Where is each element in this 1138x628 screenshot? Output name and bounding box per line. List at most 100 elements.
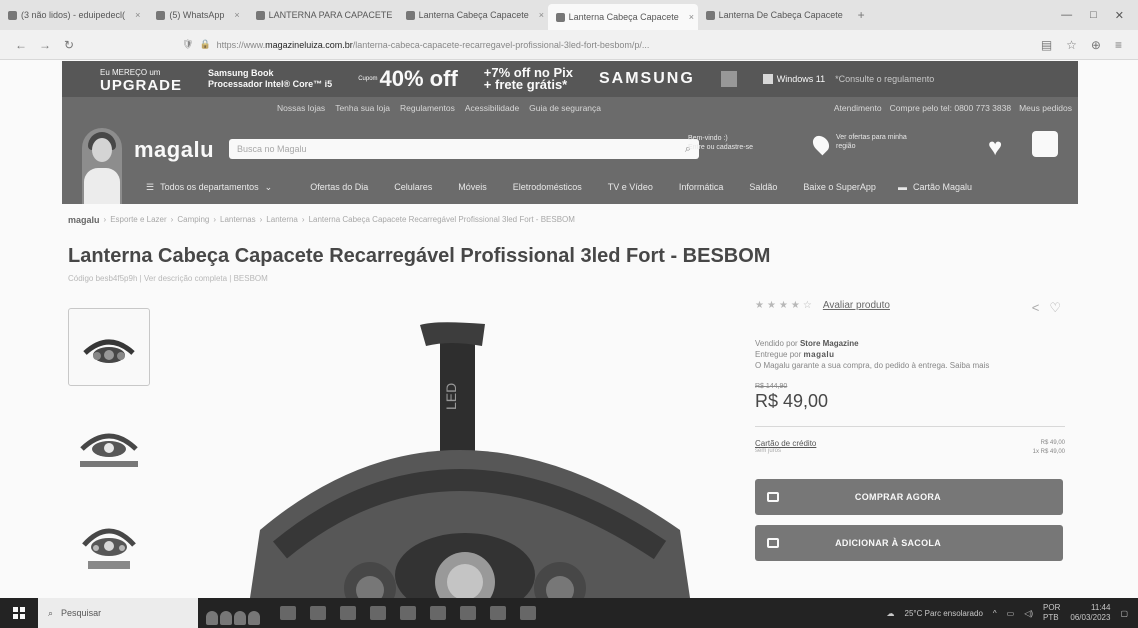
nav-offers[interactable]: Ofertas do Dia (310, 182, 368, 192)
favorite-heart-icon[interactable]: ♡ (1049, 300, 1061, 316)
close-icon[interactable]: × (234, 10, 239, 20)
app-icon[interactable] (520, 606, 536, 620)
wishlist-heart-icon[interactable]: ♥ (988, 134, 1002, 162)
link-accessibility[interactable]: Acessibilidade (465, 103, 519, 113)
link-stores[interactable]: Nossas lojas (277, 103, 325, 113)
taskbar-search[interactable]: ⌕ Pesquisar (38, 598, 198, 628)
upgrade-text: Eu MEREÇO um UPGRADE (100, 68, 183, 94)
product-thumbnail[interactable] (68, 406, 150, 484)
network-icon[interactable]: ▭ (1007, 609, 1015, 618)
user-login[interactable]: Bem-vindo :) Entre ou cadastre-se (688, 134, 753, 152)
extensions-icon[interactable]: ⊕ (1091, 38, 1101, 52)
link-safety[interactable]: Guia de segurança (529, 103, 601, 113)
menu-icon[interactable]: ≡ (1115, 38, 1122, 52)
close-icon[interactable]: × (135, 10, 140, 20)
task-view-icon[interactable] (280, 606, 296, 620)
forward-icon[interactable]: → (38, 38, 52, 52)
mail-icon (8, 10, 17, 20)
link-phone[interactable]: Compre pelo tel: 0800 773 3838 (890, 103, 1011, 113)
browser-tab-active[interactable]: Lanterna Cabeça Capacete × (547, 4, 698, 30)
browser-tab[interactable]: (3 não lidos) - eduipedecl(× (0, 4, 148, 26)
file-explorer-icon[interactable] (340, 606, 356, 620)
people-widget[interactable] (206, 601, 266, 625)
chevron-down-icon: ⌄ (264, 181, 273, 192)
breadcrumb-item[interactable]: Camping (177, 215, 209, 225)
close-icon[interactable]: × (689, 12, 694, 22)
close-icon[interactable]: × (539, 10, 544, 20)
mail-icon[interactable] (400, 606, 416, 620)
link-orders[interactable]: Meus pedidos (1019, 103, 1072, 113)
add-to-bag-button[interactable]: ADICIONAR À SACOLA (755, 525, 1063, 561)
close-window-icon[interactable]: ✕ (1115, 9, 1124, 22)
nav-sale[interactable]: Saldão (749, 182, 777, 192)
breadcrumb-current: Lanterna Cabeça Capacete Recarregável Pr… (308, 215, 575, 224)
breadcrumb-item[interactable]: Lanterna (266, 215, 298, 225)
weather-icon: ☁ (886, 608, 895, 618)
share-icon[interactable]: < (1032, 300, 1040, 316)
nav-appliances[interactable]: Eletrodomésticos (513, 182, 582, 192)
notification-icon[interactable]: ▢ (1120, 609, 1128, 618)
breadcrumb-home[interactable]: magalu (68, 215, 100, 225)
product-thumbnail[interactable] (68, 504, 150, 582)
minimize-icon[interactable]: — (1061, 9, 1072, 22)
shopping-bag-icon[interactable] (1032, 131, 1058, 157)
back-icon[interactable]: ← (14, 38, 28, 52)
all-departments-menu[interactable]: ☰ Todos os departamentos ⌄ (146, 182, 272, 193)
nav-tv[interactable]: TV e Vídeo (608, 182, 653, 192)
location-offers[interactable]: Ver ofertas para minha região (809, 132, 907, 156)
promo-banner[interactable]: Eu MEREÇO um UPGRADE Samsung Book Processa… (62, 61, 1078, 97)
browser-tab[interactable]: Lanterna De Cabeça Capacete× (698, 4, 848, 26)
samsung-logo: SAMSUNG (599, 70, 695, 87)
url-domain: magazineluiza.com.br (265, 39, 353, 50)
product-title: Lanterna Cabeça Capacete Recarregável Pr… (68, 245, 771, 267)
payment-option[interactable]: Cartão de crédito sem juros R$ 49,00 1x R$… (755, 439, 1065, 457)
volume-icon[interactable]: ◁) (1024, 609, 1033, 618)
chevron-up-icon[interactable]: ^ (993, 609, 997, 618)
word-icon[interactable] (460, 606, 476, 620)
seller-info: Vendido por Store Magazine Entregue por … (755, 338, 1065, 371)
reader-view-icon[interactable]: ▤ (1041, 38, 1052, 52)
reload-icon[interactable]: ↻ (62, 38, 76, 52)
bookmark-icon[interactable]: ☆ (1066, 38, 1077, 52)
breadcrumb: magalu › Esporte e Lazer › Camping › Lanter… (68, 215, 575, 225)
product-thumbnail[interactable] (68, 308, 150, 386)
google-icon (255, 10, 265, 20)
clock[interactable]: 11:44 06/03/2023 (1070, 603, 1110, 623)
search-input[interactable]: Busca no Magalu ⌕ (229, 139, 699, 159)
language-indicator[interactable]: POR PTB (1043, 603, 1060, 623)
nav-phones[interactable]: Celulares (394, 182, 432, 192)
link-regulations[interactable]: Regulamentos (400, 103, 455, 113)
seller-link[interactable]: Store Magazine (800, 339, 859, 348)
breadcrumb-item[interactable]: Esporte e Lazer (110, 215, 166, 225)
browser-tab[interactable]: (5) WhatsApp × (148, 4, 247, 26)
edge-icon[interactable] (310, 606, 326, 620)
product-main-image[interactable]: LED (220, 300, 720, 598)
nav-card[interactable]: Cartão Magalu (913, 182, 972, 192)
excel-icon[interactable] (490, 606, 506, 620)
taskbar: ⌕ Pesquisar ☁ 25°C Parc ensolarado ^ ▭ ◁)… (0, 598, 1138, 628)
weather-text[interactable]: 25°C Parc ensolarado (905, 609, 983, 618)
maximize-icon[interactable]: □ (1090, 9, 1097, 22)
nav-furniture[interactable]: Móveis (458, 182, 487, 192)
start-button[interactable] (0, 598, 38, 628)
intel-icon (720, 71, 737, 87)
rate-product-link[interactable]: Avaliar produto (823, 300, 890, 311)
star-icon: ★ (790, 300, 800, 311)
address-bar[interactable]: 🛡 🔒 https://www. magazineluiza.com.br/lan… (176, 35, 956, 55)
link-own-store[interactable]: Tenha sua loja (335, 103, 390, 113)
nav-computers[interactable]: Informática (679, 182, 724, 192)
firefox-icon[interactable] (430, 606, 446, 620)
whatsapp-icon (156, 10, 166, 20)
browser-tab[interactable]: LANTERNA PARA CAPACETE× (248, 4, 398, 26)
store-icon[interactable] (370, 606, 386, 620)
link-support[interactable]: Atendimento (834, 103, 882, 113)
magalu-logo[interactable]: magalu (134, 137, 214, 163)
breadcrumb-item[interactable]: Lanternas (220, 215, 256, 225)
browser-tab[interactable]: Lanterna Cabeça Capacete × (398, 4, 548, 26)
buy-now-button[interactable]: COMPRAR AGORA (755, 479, 1063, 515)
guarantee-text: O Magalu garante a sua compra, do pedido… (755, 361, 990, 370)
new-tab-icon[interactable]: + (858, 8, 865, 22)
site-header: Eu MEREÇO um UPGRADE Samsung Book Processa… (62, 61, 1078, 204)
nav-app[interactable]: Baixe o SuperApp (803, 182, 876, 192)
system-tray: ☁ 25°C Parc ensolarado ^ ▭ ◁) POR PTB 11:… (887, 603, 1138, 623)
